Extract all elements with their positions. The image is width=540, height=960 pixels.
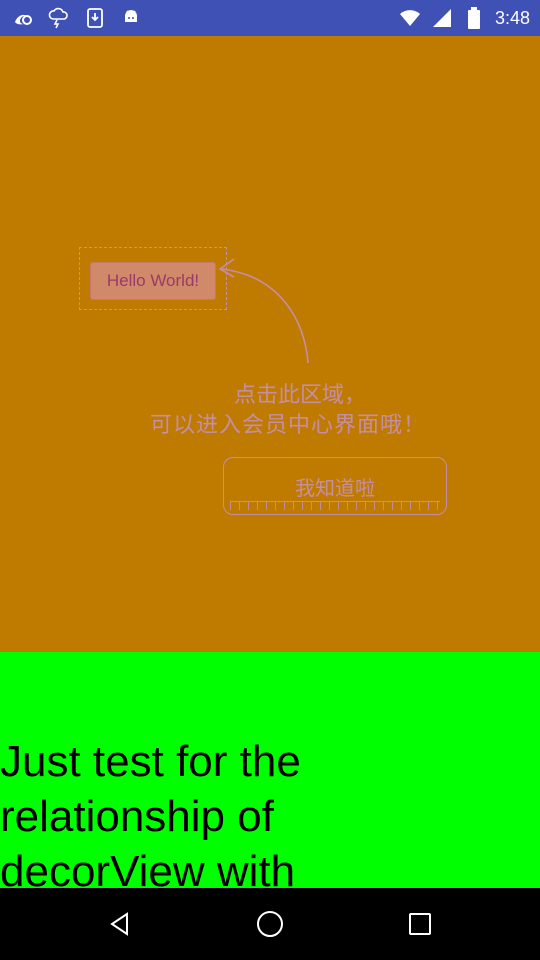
body-text: Just test for the relationship of decorV… <box>0 737 301 888</box>
hint-line-2: 可以进入会员中心界面哦！ <box>150 413 427 438</box>
home-icon <box>257 911 283 937</box>
content-area: Just test for the relationship of decorV… <box>0 652 540 888</box>
got-it-label: 我知道啦 <box>295 475 375 500</box>
recents-icon <box>409 913 431 935</box>
back-icon <box>110 912 128 936</box>
recents-button[interactable] <box>402 906 438 942</box>
wifi-icon <box>399 7 421 29</box>
weather-icon <box>48 7 70 29</box>
button-hatch-decoration <box>230 501 440 510</box>
clock-time: 3:48 <box>494 8 530 28</box>
hint-text: 点击此区域， 可以进入会员中心界面哦！ <box>150 381 490 441</box>
download-icon <box>84 7 106 29</box>
system-status: 3:48 <box>399 6 530 30</box>
status-bar: 3:48 <box>0 0 540 36</box>
got-it-button[interactable]: 我知道啦 <box>223 457 447 515</box>
android-icon <box>120 7 142 29</box>
battery-icon <box>463 7 485 29</box>
guide-overlay[interactable]: Hello World! 点击此区域， 可以进入会员中心界面哦！ 我知道啦 <box>0 36 540 652</box>
back-button[interactable] <box>102 906 138 942</box>
hello-world-button[interactable]: Hello World! <box>90 262 216 300</box>
pointer-arrow-icon <box>218 258 309 364</box>
hint-line-1: 点击此区域， <box>234 383 367 408</box>
notification-icons <box>12 6 142 30</box>
home-button[interactable] <box>252 906 288 942</box>
signal-icon <box>431 7 453 29</box>
navigation-bar <box>0 888 540 960</box>
uc-browser-icon <box>12 7 34 29</box>
